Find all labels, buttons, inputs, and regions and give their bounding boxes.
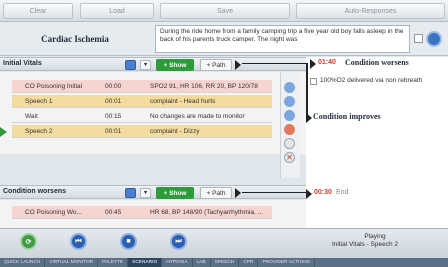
delete-icon[interactable]: ✕ — [284, 152, 295, 163]
table-row[interactable]: CO Poisoning Initial 00:00 SPO2 91, HR 1… — [12, 80, 272, 93]
refresh-icon[interactable]: ⟳ — [20, 233, 37, 250]
end-label: End — [336, 189, 349, 196]
event-detail: complaint - Dizzy — [150, 127, 200, 135]
scenario-title: Cardiac Ischemia — [41, 34, 109, 44]
path-button[interactable]: + Path — [200, 59, 232, 71]
state-name: Condition worsens — [3, 188, 66, 195]
app-window: Clear Load Save Auto-Responses Cardiac I… — [0, 0, 448, 267]
end-timer: 00:30 — [314, 189, 332, 196]
event-time: 00:01 — [105, 97, 122, 105]
event-name: CO Poisoning Wo... — [25, 208, 82, 216]
event-time: 00:45 — [105, 208, 122, 216]
event-time: 00:00 — [105, 82, 122, 90]
event-detail: HR 68, BP 148/90 (Tachyarrhythmia, ... — [150, 208, 263, 216]
branch-timer: 01:40 — [318, 59, 336, 66]
table-row[interactable]: Wait 00:15 No changes are made to monito… — [12, 110, 272, 123]
branch-item-checkbox[interactable] — [310, 78, 317, 85]
tab-provider-actions[interactable]: PROVIDER ACTIONS — [258, 258, 315, 267]
bottom-tabs: QUICK LAUNCH VIRTUAL MONITOR PALETTE SCE… — [0, 258, 448, 267]
tab-cpr[interactable]: CPR — [239, 258, 259, 267]
clear-button[interactable]: Clear — [3, 3, 73, 19]
branch-condition-worsens[interactable]: Condition worsens — [345, 58, 409, 67]
path-button[interactable]: + Path — [200, 187, 232, 199]
edit-event-icon[interactable] — [284, 138, 295, 149]
branch-connector — [242, 192, 306, 193]
previous-icon[interactable]: ⏮ — [70, 233, 87, 250]
scenario-description[interactable]: During the ride home from a family campi… — [155, 25, 410, 53]
move-down-icon[interactable] — [284, 96, 295, 107]
current-event-pointer-icon — [0, 127, 7, 137]
event-time: 00:15 — [105, 112, 122, 120]
table-row[interactable]: Speech 2 00:01 complaint - Dizzy — [12, 125, 272, 138]
load-button[interactable]: Load — [80, 3, 154, 19]
event-detail: SPO2 91, HR 106, RR 20, BP 120/78 — [150, 82, 258, 90]
state-header-initial-vitals[interactable]: Initial Vitals ▾ + Show + Path — [0, 57, 306, 71]
scenario-header: Cardiac Ischemia During the ride home fr… — [0, 22, 448, 56]
scenario-checkbox[interactable] — [414, 34, 423, 43]
auto-responses-button[interactable]: Auto-Responses — [296, 3, 445, 19]
stop-icon[interactable]: ■ — [120, 233, 137, 250]
branch-item-text: 100%O2 delivered via non rebreath — [320, 77, 423, 84]
tab-hypoxia[interactable]: HYPOXIA — [162, 258, 193, 267]
table-row[interactable]: CO Poisoning Wo... 00:45 HR 68, BP 148/9… — [12, 206, 272, 219]
event-detail: complaint - Head hurts — [150, 97, 216, 105]
event-detail: No changes are made to monitor — [150, 112, 245, 120]
remove-event-icon[interactable] — [284, 124, 295, 135]
state-dropdown-icon[interactable]: ▾ — [140, 60, 151, 70]
state-dropdown-icon[interactable]: ▾ — [140, 188, 151, 198]
tab-speech[interactable]: SPEECH — [211, 258, 240, 267]
state-settings-icon[interactable] — [125, 60, 136, 70]
tab-scenario[interactable]: SCENARIO — [128, 258, 163, 267]
current-event-label: Initial Vitals - Speech 2 — [332, 241, 398, 248]
branch-connector — [242, 63, 306, 64]
tab-palette[interactable]: PALETTE — [98, 258, 129, 267]
table-row[interactable]: Speech 1 00:01 complaint - Head hurts — [12, 95, 272, 108]
toolbar: Clear Load Save Auto-Responses — [0, 0, 448, 22]
branch-arrow-icon — [306, 189, 312, 199]
event-name: Speech 1 — [25, 97, 53, 105]
event-name: CO Poisoning Initial — [25, 82, 83, 90]
branch-line — [306, 63, 310, 119]
event-time: 00:01 — [105, 127, 122, 135]
playback-status: Playing — [364, 233, 386, 240]
branch-condition-improves[interactable]: Condition improves — [313, 112, 381, 121]
branch-arrow-icon — [310, 59, 316, 69]
tab-lab[interactable]: LAB — [193, 258, 211, 267]
state-name: Initial Vitals — [3, 60, 42, 67]
next-icon[interactable]: ⏭ — [170, 233, 187, 250]
state-settings-icon[interactable] — [125, 188, 136, 198]
branch-arrow-icon — [306, 113, 312, 123]
tab-virtual-monitor[interactable]: VIRTUAL MONITOR — [45, 258, 99, 267]
save-button[interactable]: Save — [160, 3, 290, 19]
branch-arrow-icon — [235, 60, 241, 70]
branch-arrow-icon — [235, 188, 241, 198]
tab-quick-launch[interactable]: QUICK LAUNCH — [0, 258, 46, 267]
event-name: Wait — [25, 112, 38, 120]
event-name: Speech 2 — [25, 127, 53, 135]
move-up-icon[interactable] — [284, 82, 295, 93]
scenario-settings-icon[interactable] — [426, 31, 442, 47]
insert-event-icon[interactable] — [284, 110, 295, 121]
show-button[interactable]: + Show — [156, 187, 194, 199]
show-button[interactable]: + Show — [156, 59, 194, 71]
